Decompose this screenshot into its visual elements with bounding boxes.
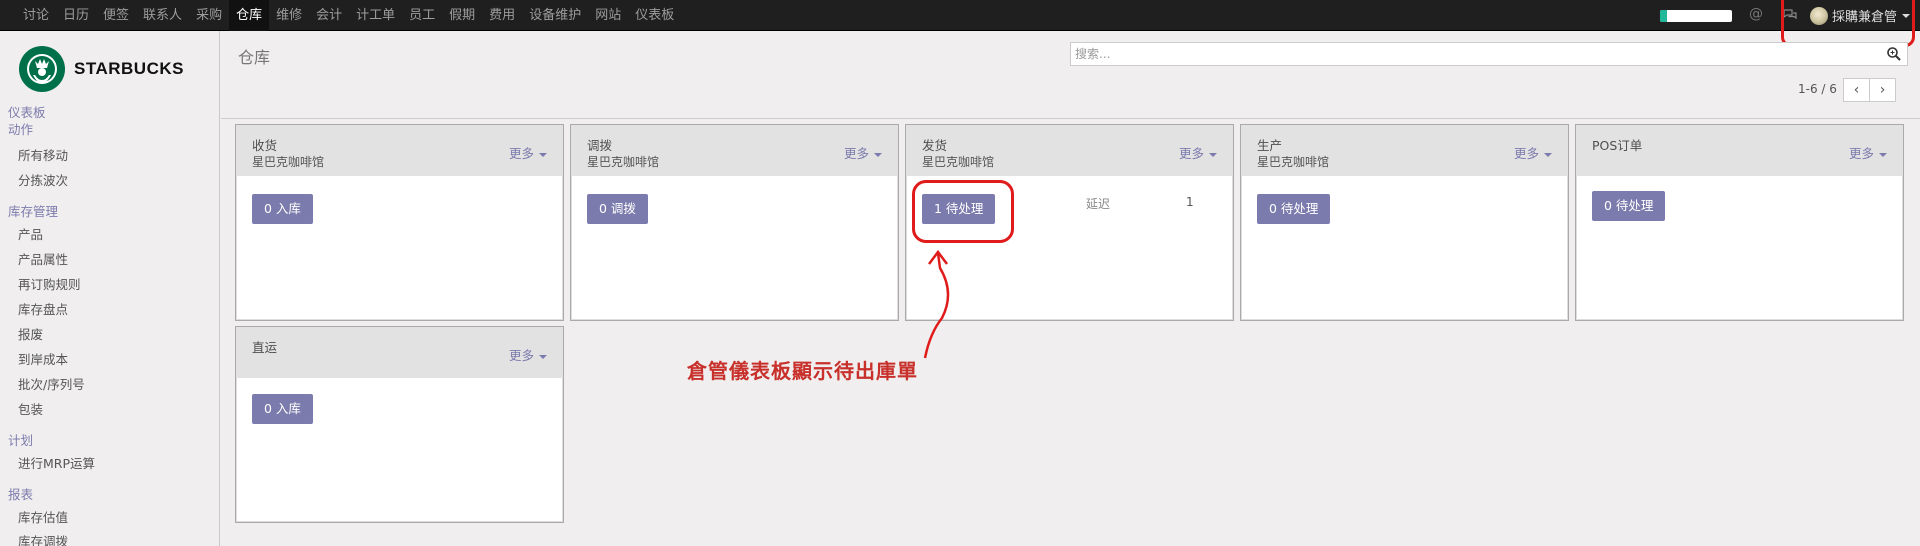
menu-expenses[interactable]: 费用 xyxy=(482,0,522,31)
sidebar-section-reports: 报表 xyxy=(8,487,34,502)
chevron-down-icon xyxy=(1879,152,1887,157)
search-icon[interactable] xyxy=(1887,47,1901,61)
card-title[interactable]: 调拨 xyxy=(587,135,612,154)
menu-leaves[interactable]: 假期 xyxy=(442,0,482,31)
sidebar-item-landed-costs[interactable]: 到岸成本 xyxy=(18,349,68,368)
card-subtitle: 星巴克咖啡馆 xyxy=(1257,155,1330,169)
sidebar-item-reorder-rules[interactable]: 再订购规则 xyxy=(18,274,81,293)
logo-text: STARBUCKS xyxy=(74,59,184,78)
menu-dashboard[interactable]: 仪表板 xyxy=(628,0,681,31)
sidebar-item-scrap[interactable]: 报废 xyxy=(18,324,43,343)
sidebar-item-run-mrp[interactable]: 进行MRP运算 xyxy=(18,453,95,472)
chevron-down-icon xyxy=(1544,152,1552,157)
chevron-down-icon xyxy=(1209,152,1217,157)
card-more-dropdown[interactable]: 更多 xyxy=(509,345,547,364)
chevron-down-icon xyxy=(539,354,547,359)
menu-notes[interactable]: 便签 xyxy=(96,0,136,31)
card-subtitle: 星巴克咖啡馆 xyxy=(587,155,660,169)
kanban-card-manufacturing: 生产 星巴克咖啡馆 更多 0 待处理 xyxy=(1240,124,1569,321)
company-logo[interactable]: STARBUCKS xyxy=(18,45,184,93)
annotation-caption: 倉管儀表板顯示待出庫單 xyxy=(687,359,918,383)
card-action-button[interactable]: 0 待处理 xyxy=(1592,191,1666,221)
menu-discuss[interactable]: 讨论 xyxy=(16,0,56,31)
sidebar-item-products[interactable]: 产品 xyxy=(18,224,43,243)
sidebar-item-product-attributes[interactable]: 产品属性 xyxy=(18,249,68,268)
card-more-dropdown[interactable]: 更多 xyxy=(1179,143,1217,162)
sidebar-section-planning: 计划 xyxy=(8,433,34,448)
sidebar-item-packaging[interactable]: 包装 xyxy=(18,399,43,418)
card-action-button[interactable]: 0 入库 xyxy=(252,194,313,224)
chevron-down-icon xyxy=(539,152,547,157)
card-subtitle: 星巴克咖啡馆 xyxy=(252,155,325,169)
menu-calendar[interactable]: 日历 xyxy=(56,0,96,31)
annotation-user-highlight xyxy=(1781,0,1915,47)
annotation-button-highlight xyxy=(912,180,1014,243)
planner-progress-bar[interactable] xyxy=(1660,10,1732,22)
chevron-left-icon: ‹ xyxy=(1853,82,1860,98)
sidebar-item-stock-transfers[interactable]: 库存调拨 xyxy=(18,531,68,546)
pager-previous-button[interactable]: ‹ xyxy=(1843,78,1870,102)
card-more-dropdown[interactable]: 更多 xyxy=(844,143,882,162)
chevron-right-icon: › xyxy=(1879,82,1886,98)
card-more-dropdown[interactable]: 更多 xyxy=(1849,143,1887,162)
card-title[interactable]: POS订单 xyxy=(1592,135,1642,154)
search-box xyxy=(1070,42,1908,66)
menu-inventory[interactable]: 仓库 xyxy=(229,0,270,31)
card-action-button[interactable]: 0 待处理 xyxy=(1257,194,1331,224)
card-subtitle: 星巴克咖啡馆 xyxy=(922,155,995,169)
sidebar: STARBUCKS 仪表板 动作 所有移动 分拣波次 库存管理 产品 产品属性 … xyxy=(0,31,220,546)
card-more-dropdown[interactable]: 更多 xyxy=(1514,143,1552,162)
sidebar-item-stock-valuation[interactable]: 库存估值 xyxy=(18,507,68,526)
divider xyxy=(221,118,1920,119)
at-mention-icon[interactable]: @ xyxy=(1749,6,1763,22)
menu-employees[interactable]: 员工 xyxy=(402,0,442,31)
annotation-arrow-icon xyxy=(923,249,950,359)
sidebar-section-actions: 动作 xyxy=(8,122,34,137)
kanban-card-internal-transfers: 调拨 星巴克咖啡馆 更多 0 调拨 xyxy=(570,124,899,321)
pager-next-button[interactable]: › xyxy=(1869,78,1896,102)
late-label[interactable]: 延迟 xyxy=(1086,195,1110,212)
search-input[interactable] xyxy=(1071,43,1871,65)
menu-purchase[interactable]: 采购 xyxy=(189,0,229,31)
kanban-card-receipts: 收货 星巴克咖啡馆 更多 0 入库 xyxy=(235,124,564,321)
sidebar-section-inventory: 库存管理 xyxy=(8,204,59,219)
app-menu: 讨论 日历 便签 联系人 采购 仓库 维修 会计 计工单 员工 假期 费用 设备… xyxy=(16,0,681,31)
page-title: 仓库 xyxy=(238,48,271,67)
kanban-card-pos-orders: POS订单 更多 0 待处理 xyxy=(1575,124,1904,321)
menu-accounting[interactable]: 会计 xyxy=(309,0,349,31)
sidebar-item-all-moves[interactable]: 所有移动 xyxy=(18,145,68,164)
late-count: 1 xyxy=(1186,195,1194,209)
card-action-button[interactable]: 0 调拨 xyxy=(587,194,648,224)
starbucks-siren-icon xyxy=(19,46,65,92)
card-title[interactable]: 直运 xyxy=(252,337,277,356)
card-title[interactable]: 生产 xyxy=(1257,135,1282,154)
card-action-button[interactable]: 0 入库 xyxy=(252,394,313,424)
menu-repair[interactable]: 维修 xyxy=(269,0,309,31)
card-title[interactable]: 收货 xyxy=(252,135,277,154)
card-title[interactable]: 发货 xyxy=(922,135,947,154)
menu-timesheet[interactable]: 计工单 xyxy=(349,0,402,31)
progress-fill xyxy=(1660,10,1668,22)
sidebar-item-lots-serials[interactable]: 批次/序列号 xyxy=(18,374,85,393)
sidebar-item-inventory-count[interactable]: 库存盘点 xyxy=(18,299,68,318)
kanban-card-dropship: 直运 更多 0 入库 xyxy=(235,326,564,523)
menu-website[interactable]: 网站 xyxy=(588,0,628,31)
chevron-down-icon xyxy=(874,152,882,157)
menu-maintenance[interactable]: 设备维护 xyxy=(522,0,588,31)
menu-contacts[interactable]: 联系人 xyxy=(136,0,189,31)
sidebar-item-picking-waves[interactable]: 分拣波次 xyxy=(18,170,68,189)
card-more-dropdown[interactable]: 更多 xyxy=(509,143,547,162)
pager-value[interactable]: 1-6 / 6 xyxy=(1798,82,1837,96)
top-navbar: 讨论 日历 便签 联系人 采购 仓库 维修 会计 计工单 员工 假期 费用 设备… xyxy=(0,0,1920,31)
